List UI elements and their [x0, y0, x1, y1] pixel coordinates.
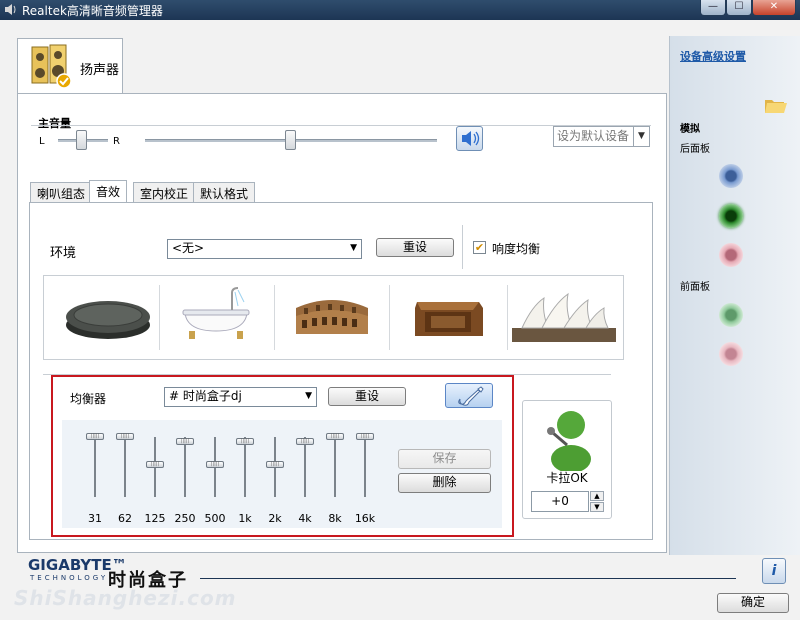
chevron-down-icon: ▼	[305, 391, 312, 401]
set-default-device-dropdown[interactable]: 设为默认设备 ▼	[553, 126, 650, 147]
rear-pink-jack[interactable]	[719, 243, 743, 267]
minimize-button[interactable]: —	[700, 0, 726, 16]
folder-icon[interactable]	[764, 96, 788, 114]
rear-blue-jack[interactable]	[719, 164, 743, 188]
maximize-button[interactable]: ☐	[726, 0, 752, 16]
colosseum-preset[interactable]	[292, 290, 372, 344]
karaoke-singer-icon[interactable]	[539, 403, 595, 471]
rear-panel-label: 后面板	[680, 144, 710, 155]
gigabyte-logo-sub: TECHNOLOGY	[30, 574, 109, 582]
eq-band-label: 8k	[328, 512, 342, 525]
environment-label: 环境	[50, 246, 77, 261]
rear-green-jack[interactable]	[719, 204, 743, 228]
advanced-settings-link[interactable]: 设备高级设置	[680, 48, 746, 64]
equalizer-reset-button[interactable]: 重设	[328, 387, 406, 406]
equalizer-label: 均衡器	[70, 392, 107, 406]
window-title: Realtek高清晰音频管理器	[22, 4, 163, 18]
eq-band-label: 1k	[238, 512, 252, 525]
footer-divider	[200, 578, 736, 579]
speaker-app-icon	[5, 4, 16, 15]
eq-band-label: 2k	[268, 512, 282, 525]
eq-slider-8k[interactable]: |||||	[326, 433, 344, 440]
speaker-icon	[31, 44, 72, 89]
loudness-label: 响度均衡	[492, 242, 541, 256]
eq-band-label: 62	[118, 512, 132, 525]
front-green-jack[interactable]	[719, 303, 743, 327]
eq-track-31	[94, 437, 96, 497]
preset-divider	[507, 285, 508, 350]
environment-divider	[462, 225, 463, 269]
preset-divider	[159, 285, 160, 350]
environment-dropdown[interactable]: <无> ▼	[167, 239, 362, 259]
eq-slider-4k[interactable]: |||||	[296, 438, 314, 445]
tab-speaker-config[interactable]: 喇叭组态	[30, 182, 93, 202]
eq-slider-2k[interactable]: |||||	[266, 460, 284, 468]
eq-band-label: 31	[88, 512, 102, 525]
eq-band-label: 125	[144, 512, 166, 525]
tab-speaker[interactable]: 扬声器	[17, 38, 123, 94]
equalizer-preset-dropdown[interactable]: # 时尚盒子dj ▼	[164, 387, 317, 407]
watermark-url: ShiShanghezi.com	[14, 586, 237, 610]
preset-divider	[274, 285, 275, 350]
balance-left-label: L	[39, 136, 45, 147]
eq-slider-500[interactable]: |||||	[206, 460, 224, 468]
opera-house-preset[interactable]	[512, 288, 616, 346]
eq-track-1k	[244, 437, 246, 497]
front-pink-jack[interactable]	[719, 342, 743, 366]
balance-slider-thumb[interactable]	[76, 130, 87, 150]
connector-panel: 设备高级设置 模拟 后面板 前面板	[669, 36, 800, 555]
analog-label: 模拟	[680, 124, 700, 135]
karaoke-up-arrow[interactable]: ▲	[590, 491, 604, 501]
chevron-down-icon: ▼	[350, 243, 357, 253]
eq-slider-62[interactable]: |||||	[116, 433, 134, 440]
eq-band-label: 4k	[298, 512, 312, 525]
karaoke-label: 卡拉OK	[546, 471, 588, 485]
eq-slider-125[interactable]: |||||	[146, 460, 164, 468]
ok-button[interactable]: 确定	[717, 593, 789, 613]
master-volume-title: 主音量	[38, 117, 71, 130]
balance-right-label: R	[113, 136, 120, 147]
equalizer-delete-button[interactable]: 删除	[398, 473, 491, 493]
tab-default-format[interactable]: 默认格式	[193, 182, 256, 202]
stone-disc-preset[interactable]	[60, 293, 156, 343]
title-bar: Realtek高清晰音频管理器 — ☐ ✕	[0, 0, 800, 20]
set-default-device-label: 设为默认设备	[557, 129, 630, 143]
chevron-down-icon: ▼	[633, 127, 649, 146]
eq-track-4k	[304, 437, 306, 497]
guitar-icon	[458, 386, 484, 406]
karaoke-down-arrow[interactable]: ▼	[590, 502, 604, 512]
environment-reset-button[interactable]: 重设	[376, 238, 454, 257]
close-button[interactable]: ✕	[752, 0, 796, 16]
info-button[interactable]: i	[762, 558, 786, 584]
equalizer-save-button[interactable]: 保存	[398, 449, 491, 469]
eq-track-16k	[364, 437, 366, 497]
tab-room-correction[interactable]: 室内校正	[133, 182, 196, 202]
eq-track-250	[184, 437, 186, 497]
eq-track-62	[124, 437, 126, 497]
tab-sound-effects[interactable]: 音效	[89, 180, 128, 203]
eq-band-label: 500	[204, 512, 226, 525]
speaker-tab-label: 扬声器	[80, 63, 120, 78]
eq-slider-16k[interactable]: |||||	[356, 433, 374, 440]
environment-value: <无>	[172, 241, 205, 255]
guitar-mode-button[interactable]	[445, 383, 493, 408]
mute-button[interactable]	[456, 126, 483, 151]
karaoke-value-field[interactable]: +0	[531, 491, 589, 512]
preset-divider	[389, 285, 390, 350]
eq-slider-1k[interactable]: |||||	[236, 438, 254, 445]
eq-band-label: 16k	[354, 512, 376, 525]
bathtub-preset[interactable]	[177, 285, 257, 345]
equalizer-preset-value: # 时尚盒子dj	[169, 389, 242, 403]
eq-band-label: 250	[174, 512, 196, 525]
eq-track-8k	[334, 437, 336, 497]
wood-box-preset[interactable]	[411, 290, 487, 344]
karaoke-panel: 卡拉OK +0 ▲ ▼	[522, 400, 612, 519]
volume-icon	[462, 131, 480, 146]
loudness-checkbox[interactable]: ✔	[473, 241, 486, 254]
eq-slider-250[interactable]: |||||	[176, 438, 194, 445]
eq-slider-31[interactable]: |||||	[86, 433, 104, 440]
front-panel-label: 前面板	[680, 282, 710, 293]
master-volume-thumb[interactable]	[285, 130, 296, 150]
